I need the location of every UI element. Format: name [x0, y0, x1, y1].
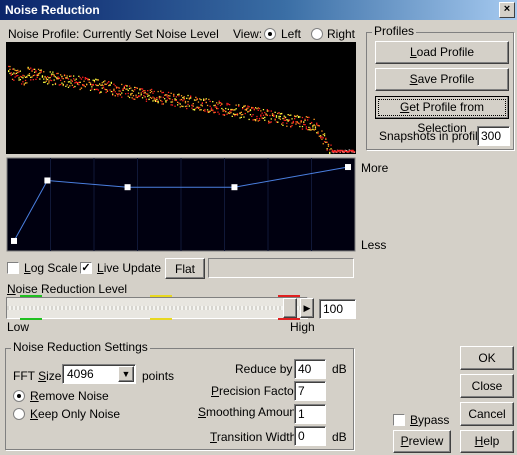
- high-label: High: [290, 320, 315, 334]
- preview-button[interactable]: Preview: [393, 430, 451, 453]
- save-profile-button[interactable]: Save Profile: [375, 68, 509, 91]
- live-update-label[interactable]: Live Update: [97, 261, 161, 275]
- slider-thumb[interactable]: [283, 298, 297, 318]
- remove-noise-radio[interactable]: [13, 390, 25, 402]
- bypass-label[interactable]: Bypass: [410, 413, 449, 427]
- smoothing-amount-label: Smoothing Amount: [198, 405, 300, 419]
- load-profile-label: Load Profile: [409, 45, 475, 59]
- arrow-right-icon: ▶: [303, 303, 311, 313]
- noise-reduction-graph[interactable]: [6, 157, 356, 252]
- window-title: Noise Reduction: [5, 3, 100, 17]
- log-scale-checkbox[interactable]: [7, 262, 19, 274]
- view-label: View:: [233, 27, 263, 41]
- view-left-label[interactable]: Left: [281, 27, 301, 41]
- noise-profile-label: Noise Profile: Currently Set Noise Level: [8, 27, 219, 41]
- help-label: Help: [474, 434, 500, 448]
- spectrum-background: [6, 42, 356, 154]
- title-bar[interactable]: Noise Reduction ×: [0, 0, 517, 20]
- graph-handle-1[interactable]: [11, 237, 17, 244]
- ok-label: OK: [478, 351, 496, 365]
- remove-noise-label[interactable]: Remove Noise: [30, 389, 109, 403]
- reduction-level-input[interactable]: 100: [319, 299, 356, 319]
- view-left-radio[interactable]: [264, 28, 276, 40]
- log-scale-label[interactable]: Log Scale: [24, 261, 77, 275]
- mid-marker-top: [150, 295, 172, 297]
- reduction-level-label: Noise Reduction Level: [7, 282, 128, 296]
- view-right-label[interactable]: Right: [327, 27, 355, 41]
- help-button[interactable]: Help: [460, 430, 514, 453]
- flat-button[interactable]: Flat: [165, 258, 205, 279]
- fft-dropdown-button[interactable]: ▼: [118, 366, 134, 382]
- reduction-level-slider[interactable]: [6, 297, 308, 319]
- flat-label: Flat: [174, 262, 195, 276]
- chevron-down-icon: ▼: [121, 369, 131, 379]
- bypass-checkbox[interactable]: [393, 414, 405, 426]
- transition-width-input[interactable]: 0: [294, 426, 326, 446]
- precision-factor-label: Precision Factor: [211, 384, 298, 398]
- snapshots-label: Snapshots in profile: [379, 129, 485, 143]
- settings-group-label: Noise Reduction Settings: [11, 340, 150, 354]
- fft-size-value: 4096: [67, 367, 94, 381]
- graph-handle-5[interactable]: [345, 164, 351, 171]
- low-marker-top: [20, 295, 42, 297]
- low-label: Low: [7, 320, 30, 334]
- close-button[interactable]: Close: [460, 374, 514, 398]
- ok-button[interactable]: OK: [460, 346, 514, 370]
- snapshots-input[interactable]: 300: [477, 126, 510, 146]
- preview-label: Preview: [400, 434, 444, 448]
- transition-width-unit: dB: [332, 430, 347, 444]
- slider-right-arrow[interactable]: ▶: [300, 298, 314, 318]
- status-field: [208, 258, 354, 278]
- graph-less-label: Less: [361, 238, 387, 252]
- precision-factor-input[interactable]: 7: [294, 381, 326, 401]
- fft-size-label: FFT Size: [13, 369, 62, 383]
- profiles-group-label: Profiles: [372, 24, 417, 38]
- cancel-label: Cancel: [468, 407, 506, 421]
- graph-handle-2[interactable]: [44, 177, 51, 184]
- graph-handle-3[interactable]: [124, 184, 131, 191]
- reduce-by-label: Reduce by: [235, 362, 293, 376]
- fft-unit-label: points: [142, 369, 175, 383]
- live-update-checkbox[interactable]: ✓: [80, 262, 92, 274]
- smoothing-amount-input[interactable]: 1: [294, 404, 326, 424]
- get-profile-from-selection-button[interactable]: Get Profile from Selection: [375, 96, 509, 135]
- load-profile-button[interactable]: Load Profile: [375, 41, 509, 64]
- cancel-button[interactable]: Cancel: [460, 402, 514, 426]
- reduce-by-unit: dB: [332, 362, 347, 376]
- fft-size-select[interactable]: 4096 ▼: [62, 364, 136, 384]
- graph-handle-4[interactable]: [231, 184, 238, 191]
- mid-marker-bottom: [150, 318, 172, 320]
- noise-profile-spectrum: [6, 42, 356, 154]
- transition-width-label: Transition Width: [210, 430, 297, 444]
- high-marker-top: [278, 295, 300, 297]
- view-right-radio[interactable]: [311, 28, 323, 40]
- reduce-by-input[interactable]: 40: [294, 359, 326, 379]
- close-window-button[interactable]: ×: [499, 2, 515, 18]
- keep-only-noise-radio[interactable]: [13, 408, 25, 420]
- checkmark-icon: ✓: [81, 262, 91, 274]
- graph-more-label: More: [361, 161, 389, 175]
- close-label: Close: [471, 379, 503, 393]
- save-profile-label: Save Profile: [409, 72, 475, 86]
- slider-track: [7, 306, 305, 310]
- keep-only-noise-label[interactable]: Keep Only Noise: [30, 407, 120, 421]
